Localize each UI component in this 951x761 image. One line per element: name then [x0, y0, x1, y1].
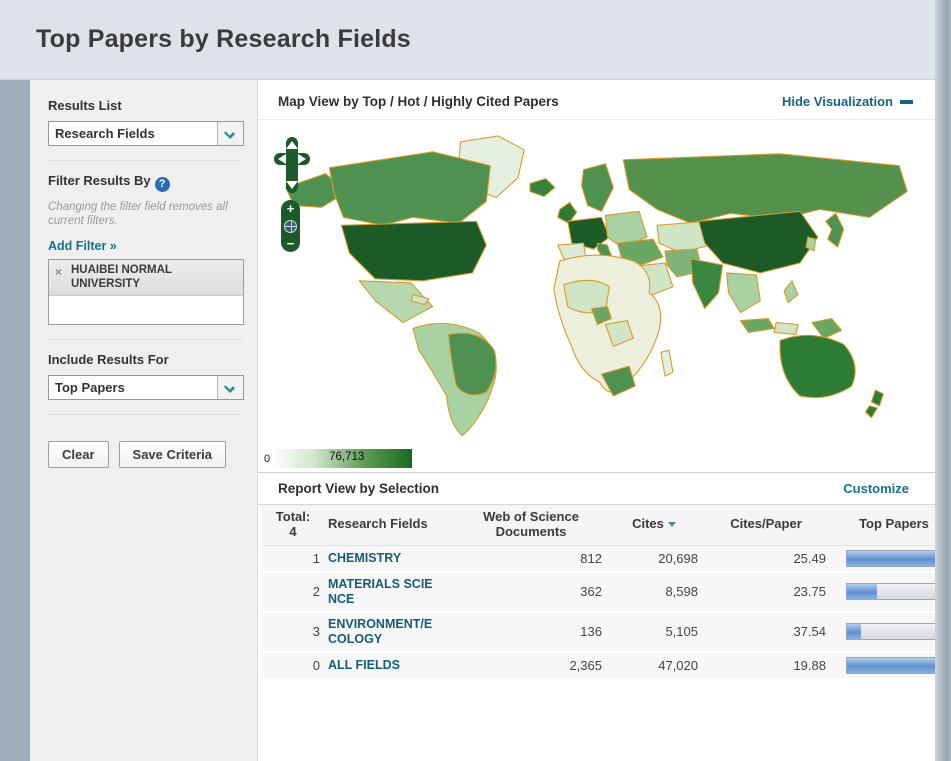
- results-list-label: Results List: [48, 98, 122, 113]
- clear-button[interactable]: Clear: [48, 440, 109, 468]
- top-papers-bar-fill: [847, 584, 878, 600]
- page-title: Top Papers by Research Fields: [36, 25, 411, 53]
- content: Results List Research Fields Filter Resu…: [30, 80, 951, 761]
- row-rank: 2: [262, 571, 324, 613]
- table-row: 1 CHEMISTRY 81220,69825.4924: [262, 545, 951, 573]
- main-panel: Map View by Top / Hot / Highly Cited Pap…: [258, 80, 951, 761]
- filter-section: Filter Results By? Changing the filter f…: [48, 173, 244, 340]
- row-top-papers: 3: [830, 611, 951, 653]
- map-zoom-control[interactable]: + −: [281, 200, 300, 252]
- zoom-out-icon[interactable]: −: [287, 237, 295, 250]
- results-list-section: Results List Research Fields: [48, 98, 244, 161]
- report-view-header: Report View by Selection Customize: [258, 472, 935, 505]
- filter-chip: × HUAIBEI NORMAL UNIVERSITY: [49, 259, 243, 297]
- globe-reset-icon[interactable]: [284, 219, 297, 233]
- report-table-header-row: Total: 4 Research Fields Web of Science …: [262, 505, 951, 546]
- world-choropleth-map[interactable]: [264, 126, 929, 442]
- hide-visualization-link[interactable]: Hide Visualization: [782, 94, 913, 109]
- total-header: Total: 4: [262, 505, 324, 546]
- filter-chip-label: HUAIBEI NORMAL UNIVERSITY: [71, 263, 172, 290]
- filter-label: Filter Results By?: [48, 173, 241, 192]
- legend-gradient-bar: 76,713: [274, 449, 413, 468]
- research-field-link[interactable]: ALL FIELDS: [328, 658, 440, 673]
- save-criteria-button[interactable]: Save Criteria: [118, 440, 227, 468]
- sidebar-buttons: Clear Save Criteria: [48, 427, 241, 468]
- filter-label-text: Filter Results By: [48, 173, 151, 188]
- row-rank: 1: [262, 545, 324, 573]
- filter-note: Changing the filter field removes all cu…: [48, 201, 228, 228]
- page: Top Papers by Research Fields Results Li…: [0, 0, 951, 761]
- zoom-in-icon[interactable]: +: [287, 202, 295, 215]
- collapse-minus-icon: [900, 99, 913, 104]
- map-pan-control[interactable]: [272, 136, 312, 194]
- row-top-papers: 24: [830, 545, 951, 573]
- row-field: ENVIRONMENT/ECOLOGY: [324, 611, 456, 653]
- legend-max-value: 76,713: [329, 451, 365, 463]
- results-list-value: Research Fields: [55, 126, 155, 141]
- top-papers-bar-fill: [847, 624, 861, 640]
- results-list-dropdown[interactable]: Research Fields: [48, 121, 244, 146]
- help-icon[interactable]: ?: [154, 177, 170, 192]
- row-top-papers: 52: [830, 651, 951, 680]
- remove-filter-icon[interactable]: ×: [55, 265, 62, 279]
- include-results-dropdown[interactable]: Top Papers: [48, 374, 244, 400]
- table-row: 3ENVIRONMENT/ECOLOGY1365,10537.543: [262, 611, 951, 653]
- hide-visualization-label: Hide Visualization: [781, 94, 893, 109]
- cites-per-paper-header: Cites/Paper: [702, 505, 830, 546]
- report-view-title: Report View by Selection: [278, 481, 440, 496]
- sidebar: Results List Research Fields Filter Resu…: [30, 80, 258, 761]
- filter-box: × HUAIBEI NORMAL UNIVERSITY: [48, 258, 244, 325]
- row-cites-per-paper: 25.49: [702, 545, 830, 573]
- row-field: ALL FIELDS: [324, 651, 456, 680]
- row-docs: 2,365: [456, 651, 606, 680]
- top-papers-header: Top Papers: [830, 505, 951, 546]
- wos-documents-header: Web of Science Documents: [456, 505, 606, 546]
- row-cites: 20,698: [606, 545, 702, 573]
- row-cites-per-paper: 19.88: [702, 651, 830, 680]
- row-cites-per-paper: 23.75: [702, 571, 830, 613]
- cites-sort-header[interactable]: Cites: [606, 505, 702, 546]
- row-cites: 5,105: [606, 611, 702, 653]
- row-field: CHEMISTRY: [324, 545, 456, 573]
- page-header: Top Papers by Research Fields: [0, 0, 951, 80]
- legend-min-value: 0: [264, 452, 271, 465]
- research-field-link[interactable]: ENVIRONMENT/ECOLOGY: [328, 617, 440, 647]
- include-results-label: Include Results For: [48, 351, 169, 367]
- table-row: 2MATERIALS SCIENCE 3628,59823.757: [262, 571, 951, 613]
- include-results-value: Top Papers: [55, 379, 125, 395]
- research-fields-header: Research Fields: [324, 505, 456, 546]
- research-field-link[interactable]: CHEMISTRY: [328, 551, 440, 566]
- chevron-down-icon[interactable]: [217, 375, 243, 399]
- total-label: Total:: [275, 509, 311, 524]
- row-rank: 3: [262, 611, 324, 653]
- cites-header-label: Cites: [632, 516, 664, 532]
- add-filter-link[interactable]: Add Filter »: [48, 239, 117, 253]
- map-area: + − 0 76,713: [258, 120, 935, 472]
- row-cites: 8,598: [606, 571, 702, 613]
- customize-link[interactable]: Customize: [843, 481, 909, 496]
- map-legend: 0 76,713: [264, 449, 413, 468]
- map-controls: + −: [272, 136, 316, 252]
- report-table: Total: 4 Research Fields Web of Science …: [262, 505, 951, 680]
- sort-caret-icon: [667, 522, 676, 528]
- row-top-papers: 7: [830, 571, 951, 613]
- row-docs: 362: [456, 571, 606, 613]
- chevron-down-icon[interactable]: [217, 122, 243, 145]
- row-docs: 136: [456, 611, 606, 653]
- map-view-title: Map View by Top / Hot / Highly Cited Pap…: [278, 94, 559, 109]
- research-field-link[interactable]: MATERIALS SCIENCE: [328, 577, 440, 607]
- row-rank: 0: [262, 651, 324, 680]
- report-table-body: 1CHEMISTRY81220,69825.49242MATERIALS SCI…: [262, 545, 951, 680]
- total-count: 4: [289, 523, 297, 539]
- row-cites-per-paper: 37.54: [702, 611, 830, 653]
- map-view-header: Map View by Top / Hot / Highly Cited Pap…: [258, 80, 935, 120]
- page-scrollbar[interactable]: [935, 0, 951, 761]
- row-docs: 812: [456, 545, 606, 573]
- include-results-section: Include Results For Top Papers: [48, 351, 244, 415]
- row-cites: 47,020: [606, 651, 702, 680]
- table-row: 0 ALL FIELDS 2,36547,02019.8852: [262, 651, 951, 680]
- row-field: MATERIALS SCIENCE: [324, 571, 456, 613]
